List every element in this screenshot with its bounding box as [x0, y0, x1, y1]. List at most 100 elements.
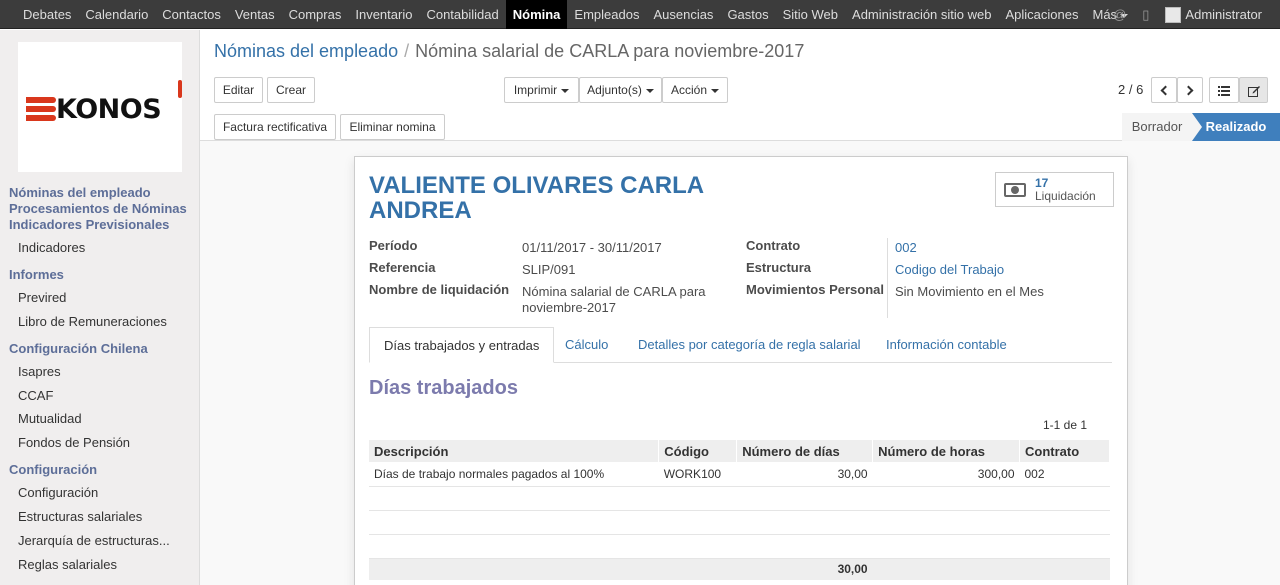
systray: @ ▯ Administrator	[1113, 0, 1280, 29]
column-contrato[interactable]: Contrato	[1019, 440, 1110, 462]
table-total-row: 30,00	[369, 558, 1110, 580]
chevron-right-icon	[1183, 85, 1194, 96]
action-label: Acción	[670, 83, 708, 97]
referencia-label: Referencia	[369, 260, 436, 275]
empty-row	[369, 510, 1110, 535]
cell-horas: 300,00	[872, 462, 1020, 487]
column-numero-horas[interactable]: Número de horas	[872, 440, 1020, 462]
nav-contabilidad[interactable]: Contabilidad	[419, 0, 505, 29]
print-label: Imprimir	[513, 83, 558, 97]
user-menu[interactable]: Administrator	[1165, 6, 1262, 23]
nav-aplicaciones[interactable]: Aplicaciones	[998, 0, 1085, 29]
tab-detalles-categoria[interactable]: Detalles por categoría de regla salarial	[638, 327, 861, 363]
cell-dias: 30,00	[736, 462, 873, 487]
action-dropdown[interactable]: Acción	[662, 77, 728, 103]
list-pager[interactable]: 1-1 de 1	[1043, 418, 1087, 432]
nav-gastos[interactable]: Gastos	[720, 0, 775, 29]
estructura-link[interactable]: Codigo del Trabajo	[895, 262, 1004, 277]
sidebar-item-estructuras-salariales[interactable]: Estructuras salariales	[18, 509, 142, 524]
pager-previous-button[interactable]	[1151, 77, 1177, 103]
form-view-button[interactable]	[1239, 77, 1268, 103]
sidebar-item-ccaf[interactable]: CCAF	[18, 388, 53, 403]
nav-admin-sitio-web[interactable]: Administración sitio web	[845, 0, 998, 29]
tab-informacion-contable[interactable]: Información contable	[886, 327, 1007, 363]
nav-debates[interactable]: Debates	[16, 0, 78, 29]
cell-descripcion: Días de trabajo normales pagados al 100%	[369, 462, 659, 487]
sidebar: KONOS	[0, 30, 200, 585]
at-sign-icon[interactable]: @	[1113, 7, 1126, 22]
sidebar-item-isapres[interactable]: Isapres	[18, 364, 61, 379]
table-row[interactable]: Días de trabajo normales pagados al 100%…	[369, 462, 1110, 487]
stage-draft[interactable]: Borrador	[1122, 113, 1192, 141]
sidebar-item-indicadores[interactable]: Indicadores	[18, 240, 85, 255]
refund-button[interactable]: Factura rectificativa	[214, 114, 336, 140]
money-icon	[1004, 183, 1026, 197]
attachments-label: Adjunto(s)	[587, 83, 642, 97]
liquidacion-count: 17	[1035, 176, 1049, 190]
print-dropdown[interactable]: Imprimir	[504, 77, 579, 103]
create-button[interactable]: Crear	[267, 77, 315, 103]
list-view-button[interactable]	[1209, 77, 1239, 103]
sidebar-item-libro-remuneraciones[interactable]: Libro de Remuneraciones	[18, 314, 167, 329]
breadcrumb-separator: /	[404, 41, 410, 61]
delete-payslip-button[interactable]: Eliminar nomina	[340, 114, 445, 140]
sidebar-section-informes: Informes	[9, 267, 64, 282]
sidebar-item-jerarquia-estructuras[interactable]: Jerarquía de estructuras...	[18, 533, 170, 548]
tab-dias-trabajados[interactable]: Días trabajados y entradas	[369, 327, 555, 363]
nav-empleados[interactable]: Empleados	[567, 0, 646, 29]
edit-form-icon	[1247, 85, 1260, 97]
chat-bubble-icon[interactable]: ▯	[1142, 7, 1149, 23]
logo-text: KONOS	[56, 94, 162, 125]
total-dias: 30,00	[736, 558, 873, 580]
pager-next-button[interactable]	[1177, 77, 1203, 103]
sidebar-item-reglas-salariales[interactable]: Reglas salariales	[18, 557, 117, 572]
sidebar-item-fondos-pension[interactable]: Fondos de Pensión	[18, 435, 130, 450]
breadcrumb-parent[interactable]: Nóminas del empleado	[214, 41, 398, 61]
column-numero-dias[interactable]: Número de días	[736, 440, 874, 462]
liquidacion-label: Liquidación	[1035, 189, 1096, 203]
sidebar-item-mutualidad[interactable]: Mutualidad	[18, 411, 82, 426]
contrato-link[interactable]: 002	[895, 240, 917, 255]
nav-inventario[interactable]: Inventario	[348, 0, 419, 29]
top-navbar: Debates Calendario Contactos Ventas Comp…	[0, 0, 1280, 29]
attachments-dropdown[interactable]: Adjunto(s)	[579, 77, 662, 103]
estructura-label: Estructura	[746, 260, 812, 275]
periodo-value: 01/11/2017 - 30/11/2017	[522, 240, 662, 255]
nav-ventas[interactable]: Ventas	[228, 0, 282, 29]
cell-codigo: WORK100	[658, 462, 737, 487]
avatar	[1165, 6, 1182, 23]
nav-compras[interactable]: Compras	[282, 0, 349, 29]
sidebar-item-nominas-empleado[interactable]: Nóminas del empleado	[9, 185, 151, 200]
sidebar-section-configuracion: Configuración	[9, 462, 98, 477]
empty-row	[369, 534, 1110, 559]
table-header: Descripción Código Número de días Número…	[369, 440, 1110, 462]
nav-sitio-web[interactable]: Sitio Web	[776, 0, 845, 29]
nav-calendario[interactable]: Calendario	[78, 0, 155, 29]
chevron-left-icon	[1160, 85, 1171, 96]
column-codigo[interactable]: Código	[658, 440, 738, 462]
movimientos-label: Movimientos Personal	[746, 282, 884, 297]
nombre-liquidacion-value: Nómina salarial de CARLA para noviembre-…	[522, 284, 706, 315]
breadcrumb: Nóminas del empleado / Nómina salarial de …	[214, 41, 804, 62]
edit-button[interactable]: Editar	[214, 77, 263, 103]
stage-done[interactable]: Realizado	[1192, 113, 1280, 141]
nav-nomina[interactable]: Nómina	[505, 0, 568, 29]
nav-ausencias[interactable]: Ausencias	[646, 0, 720, 29]
sidebar-item-procesamientos[interactable]: Procesamientos de Nóminas	[9, 201, 187, 216]
chevron-down-icon	[561, 88, 570, 93]
tab-calculo[interactable]: Cálculo	[565, 327, 608, 363]
sidebar-item-configuracion[interactable]: Configuración	[18, 485, 98, 500]
contrato-label: Contrato	[746, 238, 801, 253]
column-descripcion[interactable]: Descripción	[369, 440, 660, 462]
logo-bars-icon	[26, 97, 56, 124]
nav-contactos[interactable]: Contactos	[155, 0, 228, 29]
liquidacion-smart-button[interactable]: 17 Liquidación	[995, 172, 1114, 207]
sidebar-item-indicadores-previsionales[interactable]: Indicadores Previsionales	[9, 217, 169, 232]
nombre-liquidacion-label: Nombre de liquidación	[369, 282, 510, 297]
referencia-value: SLIP/091	[522, 262, 576, 277]
chevron-down-icon	[645, 88, 654, 93]
employee-name: VALIENTE OLIVARES CARLA ANDREA	[369, 172, 704, 224]
sidebar-item-previred[interactable]: Previred	[18, 290, 66, 305]
pager-value[interactable]: 2 / 6	[1118, 82, 1143, 97]
chevron-down-icon	[711, 88, 720, 93]
